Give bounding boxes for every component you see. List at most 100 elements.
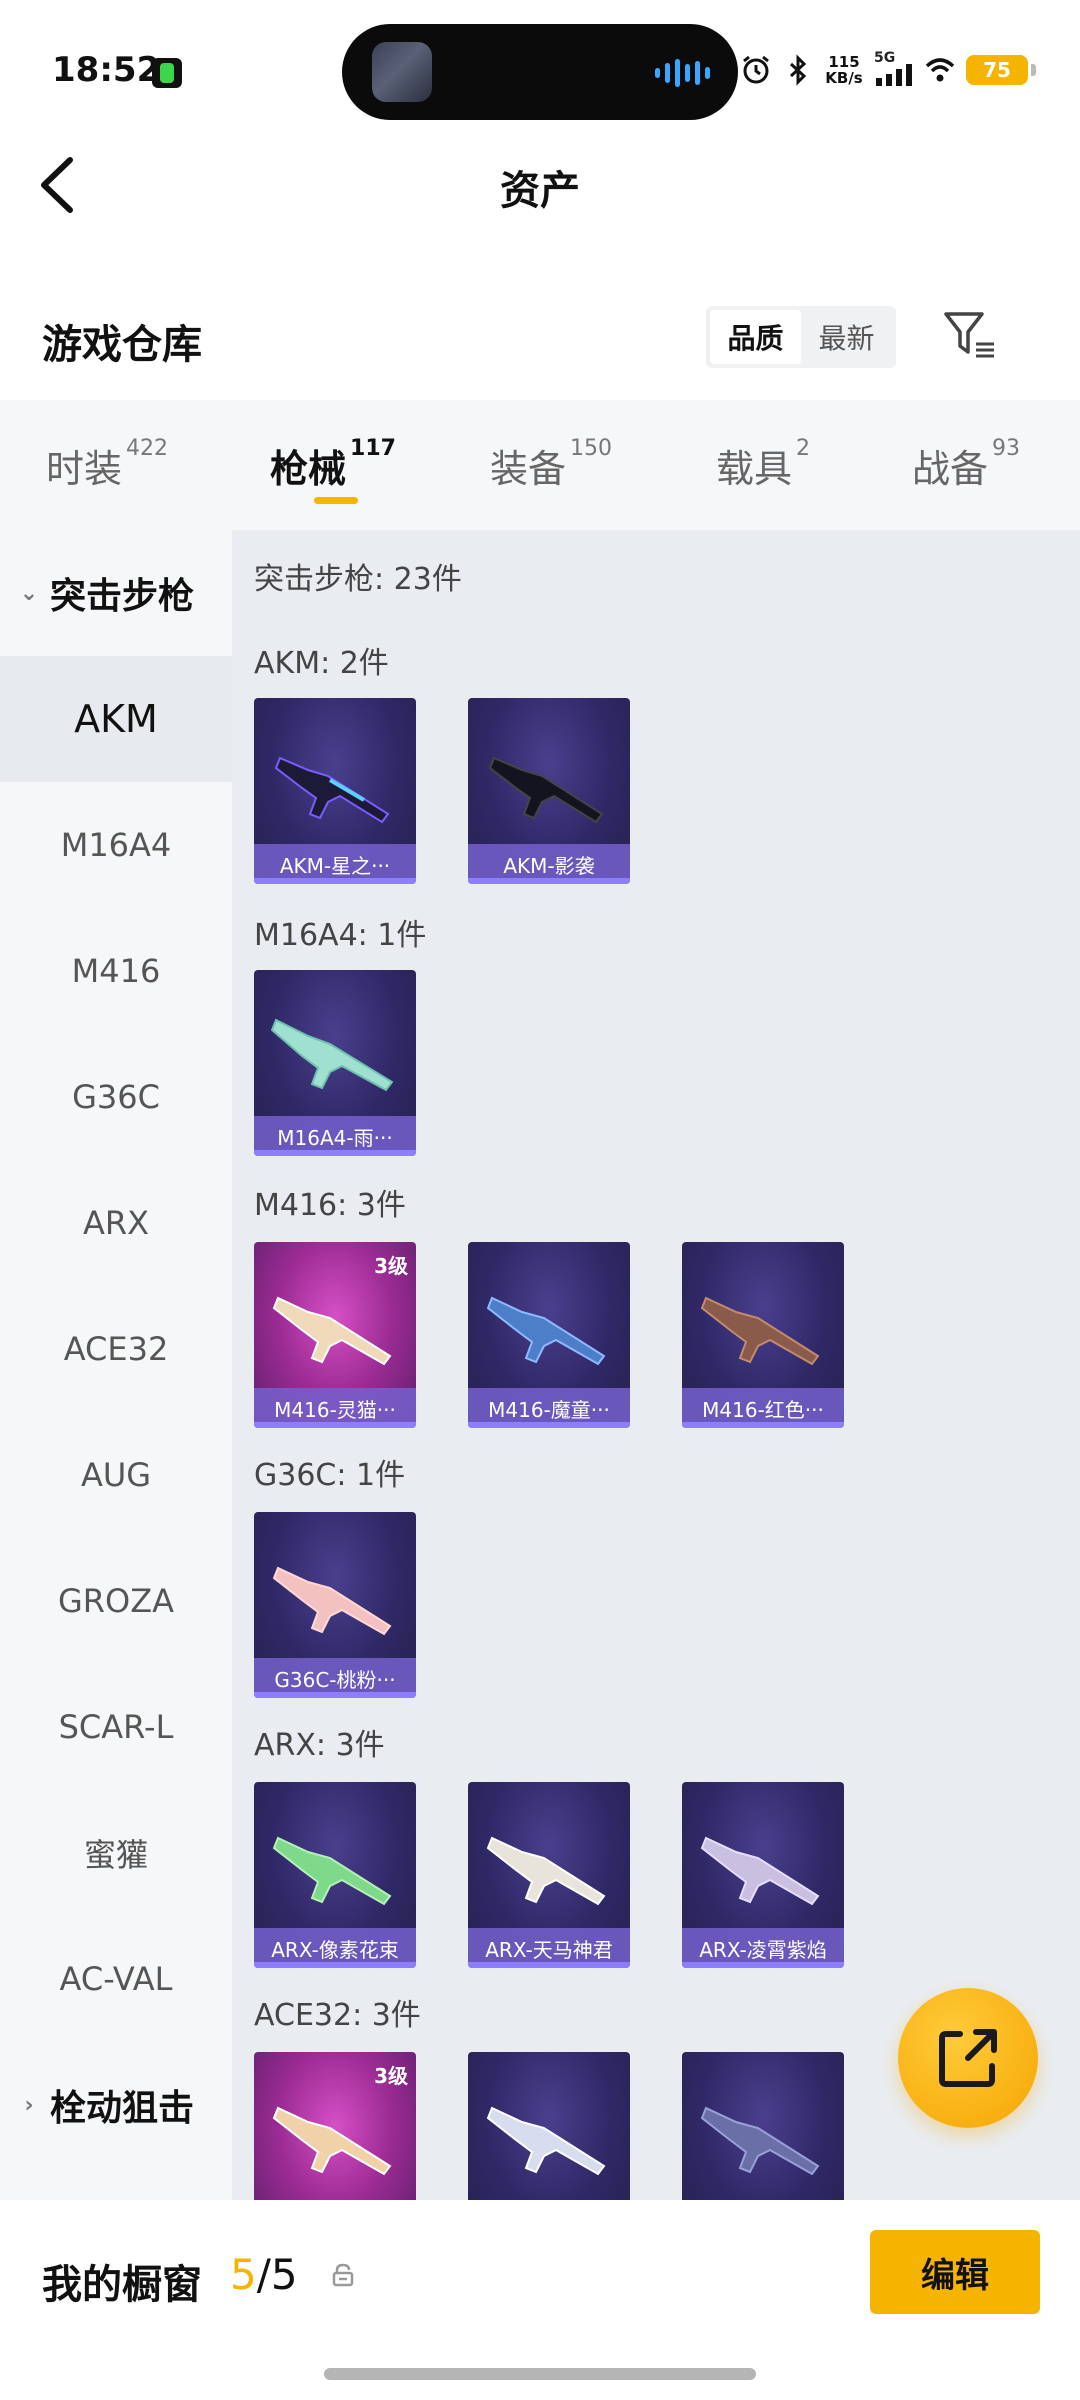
- sidebar-group-bolt-action-snipers[interactable]: › 栓动狙击: [0, 2042, 232, 2168]
- sidebar-item-aug[interactable]: AUG: [0, 1412, 232, 1538]
- rifle-icon: [270, 1018, 394, 1092]
- tab-supplies[interactable]: 战备 93: [912, 436, 1021, 493]
- battery-indicator: 75: [966, 55, 1036, 85]
- network-speed-unit: KB/s: [825, 69, 863, 87]
- signal-bars-icon: [876, 64, 912, 86]
- weapon-card[interactable]: 3级: [254, 2052, 416, 2200]
- tab-count: 93: [992, 436, 1021, 461]
- wifi-icon: [925, 58, 955, 82]
- weapon-card-name: M416-灵猫···: [254, 1388, 416, 1428]
- weapon-card[interactable]: M416-魔童···: [468, 1242, 630, 1428]
- warehouse-title: 游戏仓库: [42, 322, 202, 368]
- filter-icon[interactable]: [942, 308, 998, 364]
- sidebar-item-m16a4[interactable]: M16A4: [0, 782, 232, 908]
- rifle-icon: [700, 2106, 820, 2176]
- tab-label: 战备: [912, 447, 989, 491]
- weapon-card-name: ARX-凌霄紫焰: [682, 1928, 844, 1968]
- sidebar-item-groza[interactable]: GROZA: [0, 1538, 232, 1664]
- rifle-icon: [488, 756, 604, 824]
- group-title-arx: ARX: 3件: [254, 1728, 385, 1763]
- weapon-card[interactable]: ARX-凌霄紫焰: [682, 1782, 844, 1968]
- weapon-card[interactable]: ARX-天马神君: [468, 1782, 630, 1968]
- weapon-card[interactable]: AKM-影袭: [468, 698, 630, 884]
- rifle-icon: [272, 1566, 392, 1636]
- showcase-current: 5: [230, 2250, 257, 2299]
- sort-toggle: 品质 最新: [706, 306, 896, 368]
- status-bar: 18:52 115 KB/s 5G 75: [0, 0, 1080, 140]
- dynamic-island[interactable]: [342, 24, 738, 120]
- rifle-icon: [700, 1836, 820, 1906]
- weapon-card[interactable]: G36C-桃粉···: [254, 1512, 416, 1698]
- group-title-g36c: G36C: 1件: [254, 1458, 406, 1493]
- lock-icon[interactable]: [330, 2262, 356, 2288]
- weapon-card-name: ARX-天马神君: [468, 1928, 630, 1968]
- rifle-icon: [272, 1836, 392, 1906]
- sidebar-item-g36c[interactable]: G36C: [0, 1034, 232, 1160]
- weapon-card[interactable]: M416-红色···: [682, 1242, 844, 1428]
- share-button[interactable]: [898, 1988, 1038, 2128]
- tab-label: 载具: [716, 447, 793, 491]
- media-thumbnail: [372, 42, 432, 102]
- weapon-card[interactable]: 3级 M416-灵猫···: [254, 1242, 416, 1428]
- rifle-icon: [486, 2106, 606, 2176]
- weapon-card[interactable]: [682, 2052, 844, 2200]
- weapon-card[interactable]: AKM-星之···: [254, 698, 416, 884]
- category-tab-bar: 时装 422 枪械 117 装备 150 载具 2 战备 93: [0, 400, 1080, 530]
- active-tab-indicator: [314, 497, 358, 504]
- tab-count: 150: [570, 436, 613, 461]
- tab-vehicles[interactable]: 载具 2: [716, 436, 811, 493]
- sidebar-item-m416[interactable]: M416: [0, 908, 232, 1034]
- weapon-card-name: M416-红色···: [682, 1388, 844, 1428]
- audio-wave-icon: [655, 58, 710, 88]
- sidebar-group-assault-rifles[interactable]: ⌄ 突击步枪: [0, 530, 232, 656]
- rifle-icon: [700, 1296, 820, 1366]
- chevron-down-icon: ⌄: [19, 580, 39, 606]
- tab-label: 枪械: [270, 447, 347, 491]
- chevron-right-icon: ›: [24, 2092, 34, 2118]
- tab-count: 2: [796, 436, 811, 461]
- sidebar-item-ace32[interactable]: ACE32: [0, 1286, 232, 1412]
- sidebar-item-scar-l[interactable]: SCAR-L: [0, 1664, 232, 1790]
- rifle-icon: [486, 1296, 606, 1366]
- weapon-card[interactable]: M16A4-雨···: [254, 970, 416, 1156]
- sidebar-item-akm[interactable]: AKM: [0, 656, 232, 782]
- sidebar-item-honey-badger[interactable]: 蜜獾: [0, 1790, 232, 1916]
- bluetooth-icon: [789, 54, 807, 86]
- tab-count: 117: [350, 436, 396, 461]
- weapon-card-name: G36C-桃粉···: [254, 1658, 416, 1698]
- group-title-m416: M416: 3件: [254, 1188, 406, 1223]
- tab-equipment[interactable]: 装备 150: [490, 436, 613, 493]
- weapon-card-name: AKM-星之···: [254, 844, 416, 884]
- alarm-icon: [743, 55, 769, 84]
- weapon-grid: 突击步枪: 23件 AKM: 2件 AKM-星之··· AKM-影袭 M16A4…: [232, 530, 1080, 2200]
- group-title-ace32: ACE32: 3件: [254, 1998, 421, 2033]
- rifle-icon: [272, 2106, 392, 2176]
- tab-label: 时装: [46, 447, 123, 491]
- weapon-type-sidebar: ⌄ 突击步枪 AKM M16A4 M416 G36C ARX ACE32 AUG…: [0, 530, 232, 2200]
- group-title-akm: AKM: 2件: [254, 646, 389, 681]
- sort-newest-button[interactable]: 最新: [801, 310, 892, 364]
- status-icons: 115 KB/s 5G 75: [740, 50, 1036, 90]
- showcase-separator: /: [256, 2250, 271, 2299]
- sidebar-group-label: 栓动狙击: [50, 2088, 195, 2129]
- rifle-icon: [274, 756, 390, 824]
- showcase-count: 5/5: [230, 2250, 298, 2299]
- tab-label: 装备: [490, 447, 567, 491]
- home-indicator[interactable]: [324, 2368, 756, 2380]
- tab-fashion[interactable]: 时装 422: [46, 436, 169, 493]
- weapon-card[interactable]: [468, 2052, 630, 2200]
- weapon-card-name: M16A4-雨···: [254, 1116, 416, 1156]
- weapon-card-name: M416-魔童···: [468, 1388, 630, 1428]
- cell-signal: 5G: [874, 50, 914, 86]
- sidebar-item-arx[interactable]: ARX: [0, 1160, 232, 1286]
- weapon-card[interactable]: ARX-像素花束: [254, 1782, 416, 1968]
- network-speed-value: 115: [828, 53, 860, 71]
- showcase-title: 我的橱窗: [42, 2262, 202, 2308]
- weapon-card-name: ARX-像素花束: [254, 1928, 416, 1968]
- external-link-icon: [939, 2029, 997, 2087]
- tab-guns[interactable]: 枪械 117: [270, 436, 396, 493]
- sidebar-item-ac-val[interactable]: AC-VAL: [0, 1916, 232, 2042]
- edit-button[interactable]: 编辑: [870, 2230, 1040, 2314]
- tab-count: 422: [126, 436, 169, 461]
- sort-quality-button[interactable]: 品质: [710, 310, 801, 364]
